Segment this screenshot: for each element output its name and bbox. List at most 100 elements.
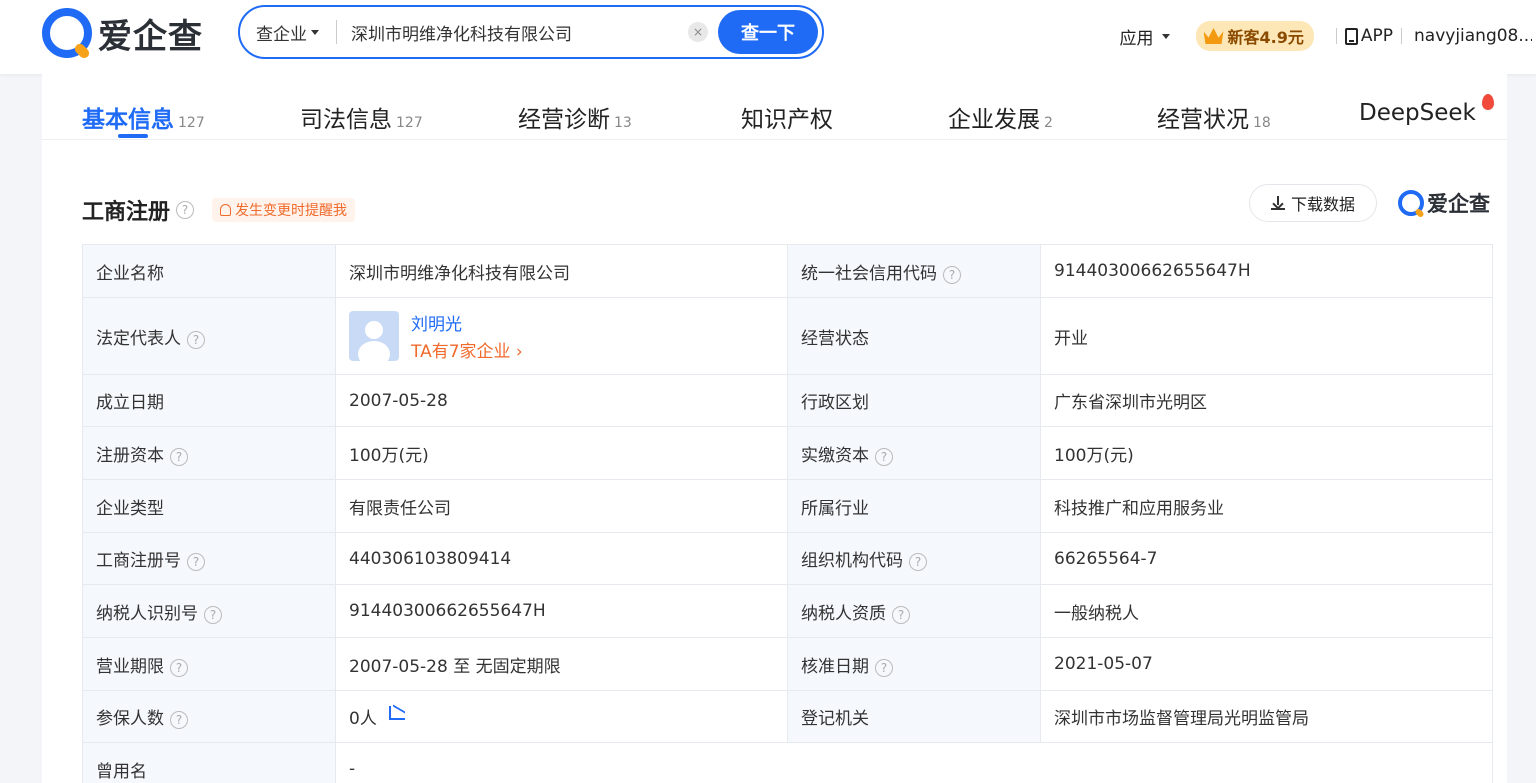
field-key: 组织机构代码? [787,532,1041,585]
field-value: - [335,742,1493,783]
section-title-text: 工商注册 [82,200,171,225]
help-icon[interactable]: ? [943,265,961,284]
field-key: 法定代表人? [82,297,336,375]
legal-representative-name[interactable]: 刘明光 [411,310,523,335]
table-row: 工商注册号? 440306103809414 组织机构代码? 66265564-… [82,532,1493,585]
field-key: 曾用名 [82,742,336,783]
logo-icon [42,8,92,58]
tab-count: 2 [1044,115,1053,131]
field-key: 登记机关 [787,690,1041,743]
field-key-text: 统一社会信用代码 [801,263,937,284]
field-key: 实缴资本? [787,426,1041,480]
tab-label: 企业发展 [948,107,1040,133]
help-icon[interactable]: ? [892,605,910,624]
field-key-text: 工商注册号 [96,551,181,571]
tab-deepseek[interactable]: DeepSeek [1359,94,1494,126]
field-key: 营业期限? [82,637,336,691]
tab-intellectual-property[interactable]: 知识产权 [741,100,833,134]
top-header: 爱企查 查企业 × 查一下 应用 新客4.9元 APP navyjiang08.… [0,0,1536,74]
field-key: 统一社会信用代码? [787,244,1041,298]
field-value: 100万(元) [1040,426,1493,480]
help-icon[interactable]: ? [875,658,893,677]
field-key-text: 法定代表人 [96,328,181,349]
field-value: 91440300662655647H [1040,244,1493,298]
help-icon[interactable]: ? [204,605,222,624]
search-scope-label: 查企业 [256,24,307,45]
tab-count: 13 [614,115,632,131]
tab-business-status[interactable]: 经营状况 18 [1157,100,1271,134]
clear-search-icon[interactable]: × [688,22,708,42]
site-logo[interactable]: 爱企查 [42,8,203,58]
field-key-text: 组织机构代码 [801,551,903,571]
tab-label: DeepSeek [1359,100,1476,126]
tab-label: 经营状况 [1157,107,1249,133]
tab-count: 18 [1253,115,1271,131]
help-icon[interactable]: ? [909,553,927,571]
field-key-text: 核准日期 [801,656,869,677]
field-value: 有限责任公司 [335,479,788,533]
table-row: 参保人数? 0人 登记机关 深圳市市场监督管理局光明监管局 [82,690,1493,743]
help-icon[interactable]: ? [187,553,205,571]
field-value: 66265564-7 [1040,532,1493,585]
app-menu[interactable]: 应用 [1120,24,1170,49]
field-key: 企业名称 [82,244,336,298]
registration-table: 企业名称 深圳市明维净化科技有限公司 统一社会信用代码? 91440300662… [82,244,1493,783]
search-button[interactable]: 查一下 [718,10,818,54]
brand-watermark: 爱企查 [1398,188,1490,218]
field-value: 2007-05-28 [335,374,788,427]
logo-text: 爱企查 [98,16,203,57]
field-key-text: 注册资本 [96,445,164,466]
vip-promo-button[interactable]: 新客4.9元 [1195,21,1314,51]
tab-judicial-info[interactable]: 司法信息 127 [300,100,423,134]
legal-representative-cell: 刘明光 TA有7家企业 › [335,297,788,375]
field-value: 0人 [335,690,788,743]
help-icon[interactable]: ? [187,330,205,349]
tab-basic-info[interactable]: 基本信息 127 [82,100,205,134]
related-companies-link[interactable]: TA有7家企业 › [411,337,523,362]
field-value: 一般纳税人 [1040,584,1493,638]
search-scope-dropdown[interactable]: 查企业 [240,7,336,57]
avatar[interactable] [349,311,399,361]
nav-divider [1401,28,1402,44]
field-key: 行政区划 [787,374,1041,427]
field-key: 核准日期? [787,637,1041,691]
change-reminder-button[interactable]: 发生变更时提醒我 [212,198,355,222]
field-key: 企业类型 [82,479,336,533]
user-account-menu[interactable]: navyjiang08... [1414,26,1532,46]
fire-icon [1481,94,1494,110]
field-value: 广东省深圳市光明区 [1040,374,1493,427]
vip-promo-label: 新客4.9元 [1227,28,1304,47]
caret-down-icon [311,29,319,35]
change-reminder-label: 发生变更时提醒我 [235,203,347,219]
field-value: 深圳市明维净化科技有限公司 [335,244,788,298]
tab-business-diagnosis[interactable]: 经营诊断 13 [518,100,632,134]
field-value: 2007-05-28 至 无固定期限 [335,637,788,691]
tab-company-development[interactable]: 企业发展 2 [948,100,1053,134]
active-tab-indicator [118,134,148,138]
help-icon[interactable]: ? [170,447,188,466]
trend-chart-icon[interactable] [388,706,405,720]
download-label: 下载数据 [1290,195,1355,214]
brand-text: 爱企查 [1427,192,1490,216]
tab-label: 司法信息 [300,107,392,133]
tab-label: 知识产权 [741,107,833,133]
tab-bar: 基本信息 127 司法信息 127 经营诊断 13 知识产权 企业发展 2 经营状况 18… [42,74,1507,140]
tab-label: 经营诊断 [518,107,610,133]
search-bar: 查企业 × 查一下 [238,5,824,59]
help-icon[interactable]: ? [176,201,195,219]
field-value: 科技推广和应用服务业 [1040,479,1493,533]
app-download-link[interactable]: APP [1344,26,1393,46]
help-icon[interactable]: ? [170,711,188,729]
table-row: 成立日期 2007-05-28 行政区划 广东省深圳市光明区 [82,374,1493,427]
section-title: 工商注册 ? [82,194,195,226]
download-data-button[interactable]: 下载数据 [1249,184,1377,222]
help-icon[interactable]: ? [875,447,893,466]
insured-count: 0人 [349,709,377,729]
logo-icon [1398,190,1424,216]
field-value: 100万(元) [335,426,788,480]
field-key: 注册资本? [82,426,336,480]
search-input[interactable] [337,7,688,57]
help-icon[interactable]: ? [170,658,188,677]
field-value: 2021-05-07 [1040,637,1493,691]
field-key: 纳税人识别号? [82,584,336,638]
